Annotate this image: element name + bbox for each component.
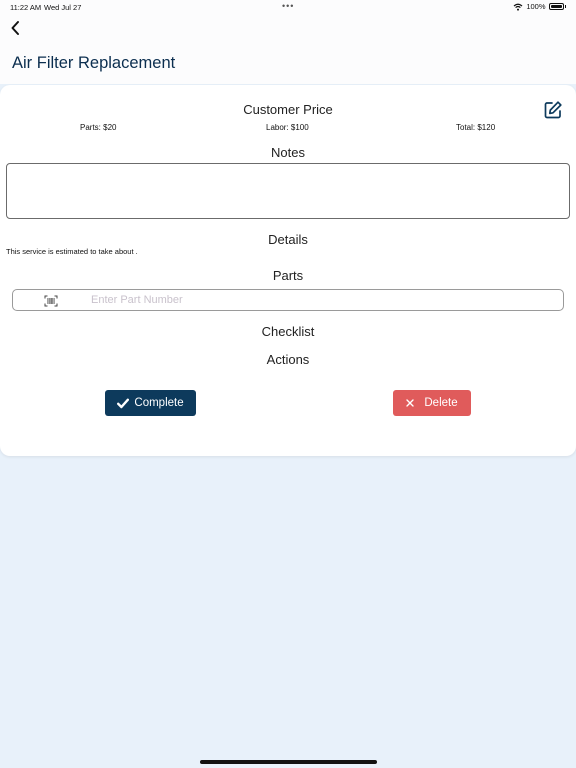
delete-label: Delete — [424, 397, 458, 409]
part-number-field — [12, 289, 564, 311]
home-indicator — [200, 760, 377, 764]
delete-button[interactable]: Delete — [393, 390, 471, 416]
total-price: Total: $120 — [456, 123, 496, 132]
edit-button[interactable] — [543, 100, 563, 120]
labor-price: Labor: $100 — [266, 123, 309, 132]
status-right: 100% — [513, 2, 566, 11]
details-heading: Details — [268, 232, 308, 247]
complete-label: Complete — [134, 397, 184, 409]
actions-heading: Actions — [266, 352, 310, 367]
status-bar: 11:22 AM Wed Jul 27 ••• 100% — [0, 0, 576, 16]
wifi-icon — [513, 3, 523, 11]
checklist-heading: Checklist — [261, 324, 315, 339]
battery-percentage: 100% — [526, 2, 546, 11]
checkmark-icon — [117, 398, 130, 408]
close-icon — [406, 399, 415, 407]
battery-tip — [564, 5, 566, 8]
multitasking-dots[interactable]: ••• — [282, 1, 294, 11]
barcode-icon — [44, 295, 58, 307]
service-card: Customer Price Parts: $20 Labor: $100 To… — [0, 85, 576, 456]
parts-price: Parts: $20 — [80, 123, 117, 132]
complete-button[interactable]: Complete — [105, 390, 196, 416]
chevron-left-icon — [11, 21, 19, 35]
status-date: Wed Jul 27 — [44, 3, 82, 12]
battery-icon — [548, 3, 564, 10]
details-text: This service is estimated to take about … — [6, 247, 138, 256]
customer-price-heading: Customer Price — [243, 102, 333, 117]
edit-icon — [544, 101, 562, 119]
back-button[interactable] — [8, 20, 24, 36]
barcode-scan-button[interactable] — [44, 294, 58, 307]
navigation-bar: Air Filter Replacement — [0, 16, 576, 84]
parts-heading: Parts — [272, 268, 304, 283]
part-number-input[interactable] — [91, 290, 551, 310]
notes-heading: Notes — [271, 145, 305, 160]
notes-textarea[interactable] — [6, 163, 570, 219]
status-time: 11:22 AM — [10, 3, 42, 12]
page-title: Air Filter Replacement — [12, 54, 176, 72]
